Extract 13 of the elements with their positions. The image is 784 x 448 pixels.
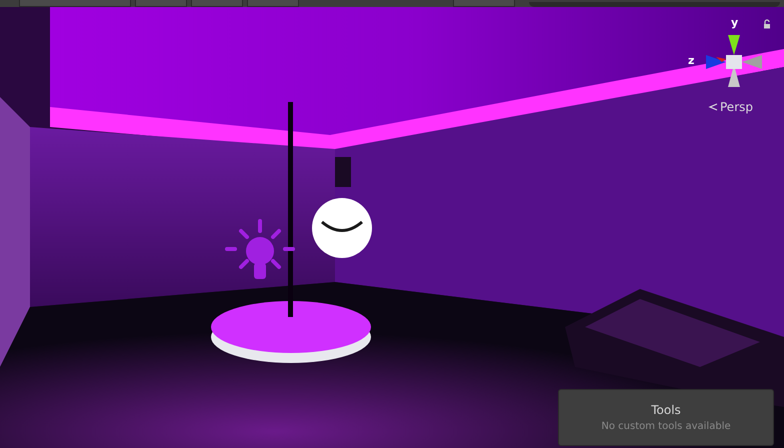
panel-title: Tools	[651, 403, 681, 417]
toolbar-button[interactable]	[191, 0, 243, 7]
toolbar-button[interactable]	[135, 0, 187, 7]
empty-message: No custom tools available	[601, 421, 731, 432]
padlock-icon[interactable]	[762, 19, 772, 29]
search-field[interactable]	[529, 2, 780, 7]
toolbar-dropdown[interactable]	[453, 0, 515, 7]
toolbar-dropdown[interactable]	[19, 0, 131, 7]
projection-label[interactable]: Persp	[720, 100, 753, 114]
chevron-icon	[708, 102, 718, 112]
toolbar-button[interactable]	[247, 0, 299, 7]
axis-label: y	[731, 17, 738, 28]
axis-label: z	[688, 55, 694, 66]
